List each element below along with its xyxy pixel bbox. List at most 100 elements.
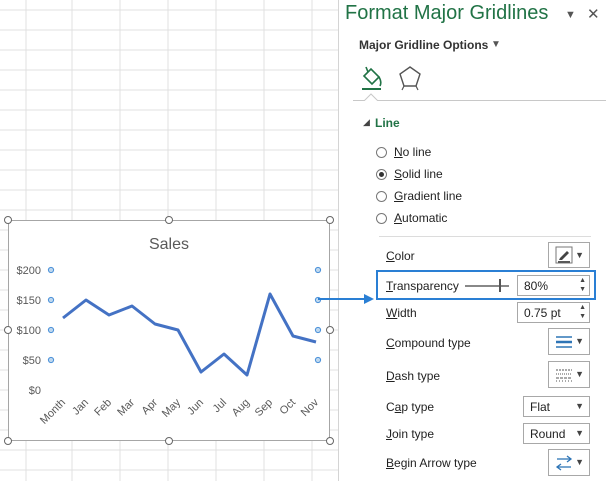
compound-label-rest: ompound type [394,336,471,350]
y-tick-label: $150 [17,295,41,307]
y-tick-label: $50 [23,355,41,367]
x-tick-label: Apr [140,396,161,417]
cap-label-rest: p type [401,400,435,414]
compound-type-dropdown[interactable]: ▼ [548,328,590,355]
gridline-handle[interactable] [47,356,55,364]
gridline-handle[interactable] [314,326,322,334]
join-type-select[interactable]: Round ▼ [523,423,590,444]
y-axis-labels: $200 $150 $100 $50 $0 [17,265,41,397]
width-label: Width [386,306,417,320]
resize-handle-bottom[interactable] [165,437,173,445]
options-dropdown-chevron-icon[interactable]: ▼ [491,39,501,50]
x-tick-label: Mar [115,396,137,418]
x-tick-label: Jun [185,397,206,418]
radio-label: Automatic [394,211,447,225]
join-label-rest: oin type [392,427,435,441]
pane-options-chevron-icon[interactable]: ▼ [565,9,576,21]
spin-down-icon[interactable]: ▼ [579,313,586,320]
gridline-handle[interactable] [314,356,322,364]
line-chart: Sales $200 $150 $100 $50 $0 Month Jan Feb Mar Ap… [17,236,322,427]
resize-handle-bottom-left[interactable] [4,437,12,445]
radio-label-accel: N [394,145,403,159]
transparency-highlight-box [376,270,596,300]
radio-button[interactable] [376,191,387,202]
x-tick-label: Oct [278,397,299,418]
color-label-accel: C [386,249,395,263]
active-tab-pointer-icon [364,93,378,101]
compound-lines-icon [556,336,572,348]
radio-button[interactable] [376,213,387,224]
resize-handle-bottom-right[interactable] [326,437,334,445]
compound-type-label: Compound type [386,336,471,350]
spin-up-icon[interactable]: ▲ [579,304,586,311]
radio-label: No line [394,145,431,159]
x-tick-label: Nov [299,396,322,419]
resize-handle-top-right[interactable] [326,216,334,224]
width-label-rest: idth [397,306,417,320]
width-spinner[interactable]: 0.75 pt ▲ ▼ [517,302,590,323]
gridline-handle[interactable] [47,326,55,334]
compound-label-accel: C [386,336,395,350]
width-value: 0.75 pt [524,306,561,320]
gridline-handle[interactable] [47,296,55,304]
color-label-rest: olor [394,249,415,263]
cap-type-value: Flat [530,400,551,414]
radio-label-rest: olid line [402,167,443,181]
dash-label-accel: D [386,369,395,383]
pen-color-icon [555,246,573,264]
separator [379,236,591,237]
x-tick-label: Jan [70,397,91,418]
gridline-handle[interactable] [47,266,55,274]
radio-button[interactable] [376,147,387,158]
gridline-handle[interactable] [314,266,322,274]
radio-label-accel: G [394,189,404,203]
pane-title: Format Major Gridlines [345,2,549,24]
dash-chevron-icon: ▼ [575,369,584,379]
x-tick-label: Feb [92,397,114,419]
begin-arrow-chevron-icon: ▼ [575,457,584,467]
radio-label-rest: utomatic [402,211,448,225]
arrows-icon [555,455,573,471]
radio-button[interactable] [376,169,387,180]
radio-label: Gradient line [394,189,462,203]
x-tick-label: Sep [253,397,275,419]
dash-lines-icon [556,369,572,382]
radio-label-accel: A [394,211,403,225]
cap-chevron-icon: ▼ [575,401,584,411]
resize-handle-top-left[interactable] [4,216,12,224]
color-picker-button[interactable]: ▼ [548,242,590,268]
dash-label-rest: ash type [394,369,441,383]
begin-arrow-type-dropdown[interactable]: ▼ [548,449,590,476]
cap-label-pre: C [386,400,395,414]
dash-type-label: Dash type [386,369,440,383]
resize-handle-top[interactable] [165,216,173,224]
section-line-header[interactable]: Line [375,116,400,130]
y-tick-label: $100 [17,325,41,337]
x-tick-label: Aug [230,397,252,419]
options-dropdown-label[interactable]: Major Gridline Options [359,38,488,52]
close-icon[interactable]: ✕ [587,5,600,23]
resize-handle-left[interactable] [4,326,12,334]
cap-type-select[interactable]: Flat ▼ [523,396,590,417]
chart-area[interactable]: Sales $200 $150 $100 $50 $0 Month Jan Feb Mar Ap… [8,220,330,441]
x-axis-labels: Month Jan Feb Mar Apr May Jun Jul Aug Sep Oct Nov [38,396,321,426]
join-type-value: Round [530,427,566,441]
chart-title[interactable]: Sales [149,236,189,253]
fill-line-icon[interactable] [359,64,385,92]
radio-label-rest: radient line [403,189,463,203]
begin-arrow-type-label: Begin Arrow type [386,456,477,470]
collapse-section-icon[interactable]: ◢ [363,117,370,128]
dash-type-dropdown[interactable]: ▼ [548,361,590,388]
format-pane: Format Major Gridlines ▼ ✕ Major Gridlin… [338,0,608,481]
color-label: Color [386,249,415,263]
gridline-handle[interactable] [314,296,322,304]
effects-icon[interactable] [397,64,423,92]
y-tick-label: $0 [29,385,41,397]
series-line[interactable] [62,292,317,377]
begin-arrow-label-rest: egin Arrow type [394,456,477,470]
gridline-selection-handles [47,266,322,364]
radio-label-accel: S [394,167,403,181]
y-tick-label: $200 [17,265,41,277]
resize-handle-right[interactable] [326,326,334,334]
x-tick-label: Month [38,397,68,427]
